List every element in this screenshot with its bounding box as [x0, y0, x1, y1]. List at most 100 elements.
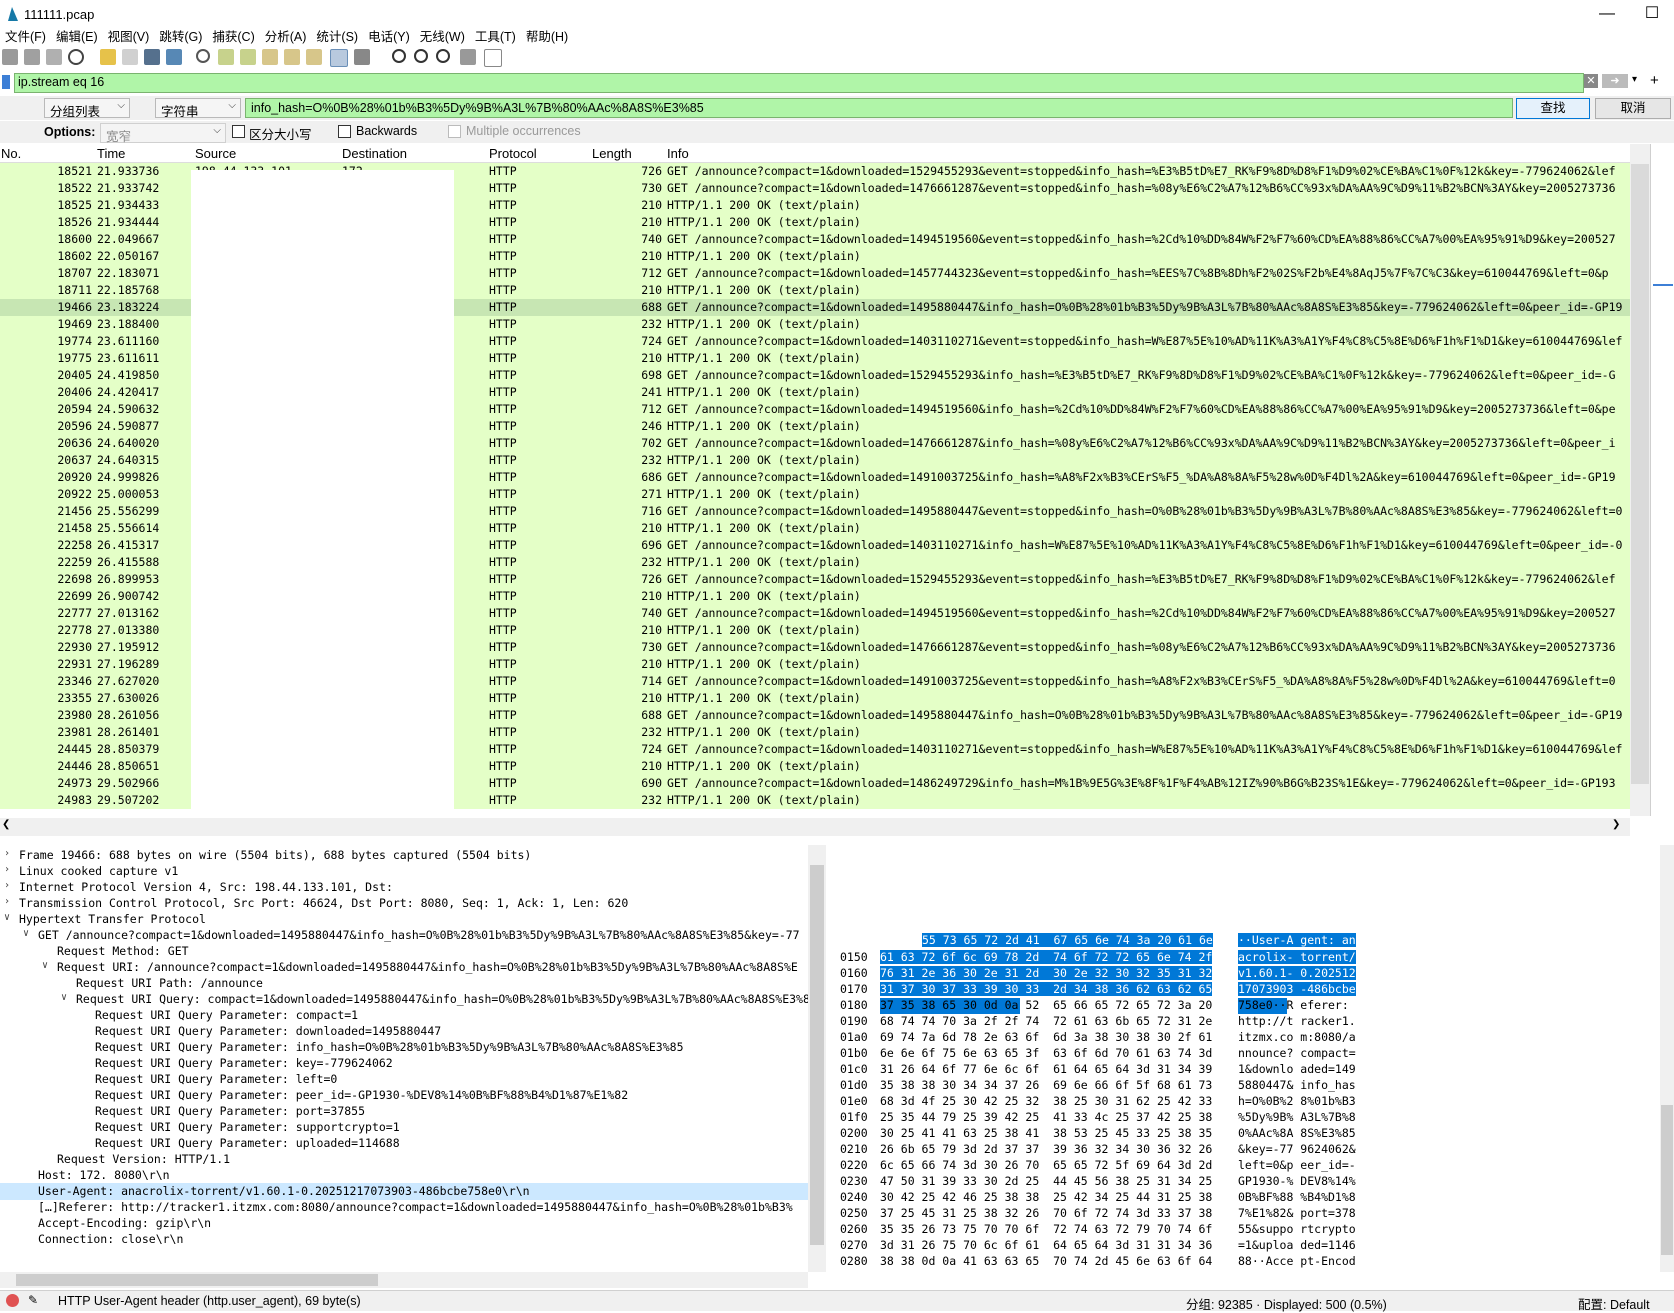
expanded-chevron-icon[interactable]: ∨ [4, 912, 10, 923]
details-horizontal-scrollbar[interactable] [0, 1272, 808, 1288]
charset-select[interactable]: 宽窄 ⌵ [100, 123, 226, 144]
go-to-packet-icon[interactable] [262, 49, 278, 65]
hex-row[interactable]: 0270 3d 31 26 75 70 6c 6f 61 64 65 64 3d … [830, 1238, 1660, 1255]
menu-item-1[interactable]: 编辑(E) [51, 24, 103, 47]
detail-tree-item[interactable]: Request URI Path: /announce [0, 975, 808, 992]
hex-row[interactable]: 01c0 31 26 64 6f 77 6e 6c 6f 61 64 65 64 … [830, 1062, 1660, 1079]
detail-tree-item[interactable]: Connection: close\r\n [0, 1231, 808, 1248]
details-vertical-scrollbar[interactable] [808, 845, 826, 1272]
cancel-button[interactable]: 取消 [1595, 98, 1671, 119]
detail-tree-item[interactable]: › Transmission Control Protocol, Src Port… [0, 895, 808, 912]
menu-item-9[interactable]: 工具(T) [470, 24, 521, 47]
hex-row[interactable]: 01a0 69 74 7a 6d 78 2e 63 6f 6d 3a 38 30 … [830, 1030, 1660, 1047]
detail-tree-item[interactable]: ∨ Request URI: /announce?compact=1&downlo… [0, 959, 808, 976]
last-packet-icon[interactable] [306, 49, 322, 65]
detail-tree-item[interactable]: ∨ Request URI Query: compact=1&downloaded… [0, 991, 808, 1008]
menu-item-8[interactable]: 无线(W) [415, 24, 470, 47]
stop-capture-icon[interactable] [24, 49, 40, 65]
hex-row[interactable]: 0230 47 50 31 39 33 30 2d 25 44 45 56 38 … [830, 1174, 1660, 1191]
restart-capture-icon[interactable] [46, 49, 62, 65]
detail-tree-item[interactable]: Request URI Query Parameter: downloaded=… [0, 1023, 808, 1040]
columns-grid-icon[interactable] [484, 49, 502, 67]
detail-tree-item[interactable]: › Linux cooked capture v1 [0, 863, 808, 880]
packet-bytes-pane[interactable]: 55 73 65 72 2d 41 67 65 6e 74 3a 20 61 6… [830, 845, 1660, 1272]
collapsed-chevron-icon[interactable]: › [4, 864, 10, 875]
scrollbar-thumb[interactable] [16, 1274, 378, 1286]
hex-row[interactable]: 0240 30 42 25 42 46 25 38 38 25 42 34 25 … [830, 1190, 1660, 1207]
detail-tree-item[interactable]: Request URI Query Parameter: compact=1 [0, 1007, 808, 1024]
capture-options-icon[interactable] [68, 49, 84, 65]
detail-tree-item[interactable]: Request URI Query Parameter: left=0 [0, 1071, 808, 1088]
column-header-length[interactable]: Length [592, 146, 632, 161]
edit-comment-icon[interactable]: ✎ [28, 1293, 38, 1307]
hex-row[interactable]: 0250 37 25 45 31 25 38 32 26 70 6f 72 74 … [830, 1206, 1660, 1223]
search-type-select[interactable]: 字符串 ⌵ [155, 98, 241, 119]
detail-tree-item[interactable]: Request URI Query Parameter: info_hash=O… [0, 1039, 808, 1056]
packet-details-tree[interactable]: › Frame 19466: 688 bytes on wire (5504 bi… [0, 845, 808, 1272]
detail-tree-item[interactable]: Request URI Query Parameter: peer_id=-GP… [0, 1087, 808, 1104]
find-packet-icon[interactable] [196, 49, 210, 63]
case-sensitive-checkbox[interactable] [232, 125, 245, 138]
normal-size-icon[interactable] [436, 49, 450, 63]
menu-item-2[interactable]: 视图(V) [103, 24, 155, 47]
apply-filter-icon[interactable]: ➜ [1602, 74, 1628, 88]
open-file-icon[interactable] [100, 49, 116, 65]
expert-info-icon[interactable] [6, 1294, 19, 1307]
menu-item-0[interactable]: 文件(F) [0, 24, 51, 47]
scrollbar-thumb[interactable] [1661, 1105, 1673, 1255]
column-header-info[interactable]: Info [667, 146, 689, 161]
hex-row[interactable]: 0210 26 6b 65 79 3d 2d 37 37 39 36 32 34 … [830, 1142, 1660, 1159]
detail-tree-item[interactable]: Request Method: GET [0, 943, 808, 960]
collapsed-chevron-icon[interactable]: › [4, 848, 10, 859]
backwards-checkbox[interactable] [338, 125, 351, 138]
menu-item-6[interactable]: 统计(S) [311, 24, 363, 47]
menu-item-5[interactable]: 分析(A) [260, 24, 312, 47]
detail-tree-item[interactable]: ∨ Hypertext Transfer Protocol [0, 911, 808, 928]
hex-row[interactable]: 0150 61 63 72 6f 6c 69 78 2d 74 6f 72 72 … [830, 950, 1660, 967]
save-file-icon[interactable] [122, 49, 138, 65]
column-header-destination[interactable]: Destination [342, 146, 407, 161]
menu-item-10[interactable]: 帮助(H) [521, 24, 573, 47]
detail-tree-item[interactable]: […]Referer: http://tracker1.itzmx.com:80… [0, 1199, 808, 1216]
first-packet-icon[interactable] [284, 49, 300, 65]
zoom-in-icon[interactable] [392, 49, 406, 63]
hex-row[interactable]: 0190 68 74 74 70 3a 2f 2f 74 72 61 63 6b … [830, 1014, 1660, 1031]
packet-list-vertical-scrollbar[interactable] [1630, 144, 1650, 816]
scroll-left-icon[interactable]: ❮ [2, 819, 10, 830]
collapsed-chevron-icon[interactable]: › [4, 880, 10, 891]
expanded-chevron-icon[interactable]: ∨ [61, 992, 67, 1003]
detail-tree-item[interactable]: Request URI Query Parameter: supportcryp… [0, 1119, 808, 1136]
hex-row[interactable]: 01e0 68 3d 4f 25 30 42 25 32 38 25 30 31 … [830, 1094, 1660, 1111]
detail-tree-item[interactable]: User-Agent: anacrolix-torrent/v1.60.1-0.… [0, 1183, 808, 1200]
go-back-icon[interactable] [218, 49, 234, 65]
colorize-icon[interactable] [354, 49, 370, 65]
hex-row[interactable]: 01f0 25 35 44 79 25 39 42 25 41 33 4c 25 … [830, 1110, 1660, 1127]
hex-row[interactable]: 0290 69 6e 67 3a 20 67 7a 69 70 0d 0a 43 … [830, 1270, 1660, 1272]
filter-history-dropdown-icon[interactable]: ▾ [1632, 74, 1644, 88]
menu-item-4[interactable]: 捕获(C) [207, 24, 259, 47]
hex-row[interactable]: 0160 76 31 2e 36 30 2e 31 2d 30 2e 32 30 … [830, 966, 1660, 983]
detail-tree-item[interactable]: Request URI Query Parameter: uploaded=11… [0, 1135, 808, 1152]
find-button[interactable]: 查找 [1516, 98, 1590, 119]
detail-tree-item[interactable]: Request URI Query Parameter: key=-779624… [0, 1055, 808, 1072]
hex-row[interactable]: 01b0 6e 6e 6f 75 6e 63 65 3f 63 6f 6d 70 … [830, 1046, 1660, 1063]
detail-tree-item[interactable]: Request URI Query Parameter: port=37855 [0, 1103, 808, 1120]
packet-minimap[interactable] [1650, 144, 1674, 816]
detail-tree-item[interactable]: Request Version: HTTP/1.1 [0, 1151, 808, 1168]
display-filter-input[interactable]: ip.stream eq 16 [14, 73, 1584, 93]
go-forward-icon[interactable] [240, 49, 256, 65]
reload-file-icon[interactable] [166, 49, 182, 65]
multiple-occurrences-checkbox[interactable] [448, 125, 461, 138]
detail-tree-item[interactable]: › Internet Protocol Version 4, Src: 198.4… [0, 879, 808, 896]
column-header-time[interactable]: Time [97, 146, 125, 161]
hex-row[interactable]: 01d0 35 38 38 30 34 34 37 26 69 6e 66 6f … [830, 1078, 1660, 1095]
expanded-chevron-icon[interactable]: ∨ [42, 960, 48, 971]
hex-row[interactable]: 0280 38 38 0d 0a 41 63 63 65 70 74 2d 45 … [830, 1254, 1660, 1271]
hex-row[interactable]: 0200 30 25 41 41 63 25 38 41 38 53 25 45 … [830, 1126, 1660, 1143]
add-filter-button-icon[interactable]: + [1650, 72, 1664, 90]
hex-row[interactable]: 0170 31 37 30 37 33 39 30 33 2d 34 38 36 … [830, 982, 1660, 999]
close-file-icon[interactable] [144, 49, 160, 65]
column-header-protocol[interactable]: Protocol [489, 146, 537, 161]
column-header-source[interactable]: Source [195, 146, 236, 161]
zoom-out-icon[interactable] [414, 49, 428, 63]
